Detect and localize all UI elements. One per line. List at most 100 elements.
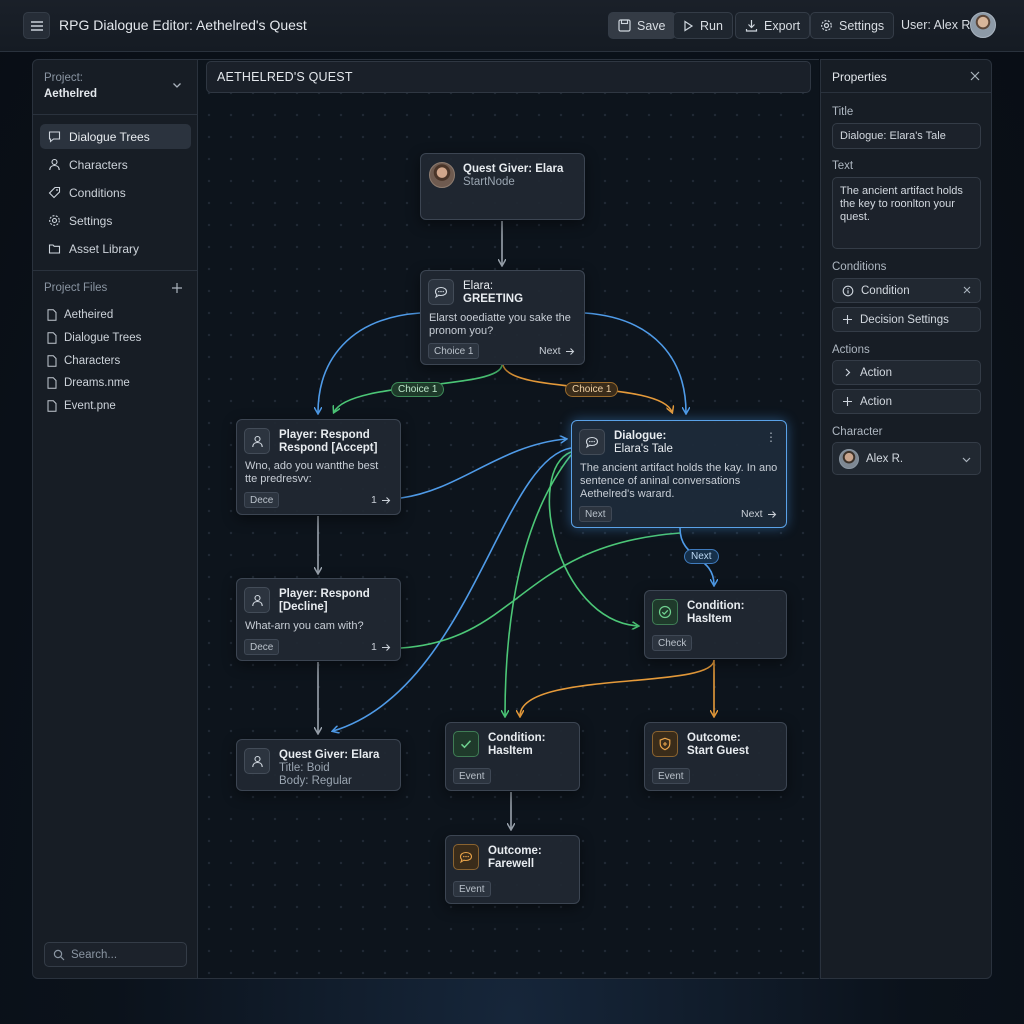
tag-icon — [48, 186, 61, 199]
gear-icon — [821, 20, 832, 31]
action-item[interactable]: Action — [832, 360, 981, 385]
node-icon — [244, 587, 270, 613]
menu-button[interactable] — [23, 12, 50, 39]
sidebar-item-settings[interactable]: Settings — [40, 208, 191, 233]
node-chip[interactable]: Dece — [244, 639, 280, 655]
node-line-2: Title: Boid — [279, 762, 330, 774]
project-label: Project: — [44, 72, 83, 84]
speech-bubble-icon — [459, 851, 473, 863]
node-respond-decline[interactable]: Player: Respond [Decline] What-arn you c… — [236, 578, 401, 661]
arrow-right-icon — [565, 347, 574, 355]
node-body: Elarst ooediatte you sake the pronom you… — [429, 312, 571, 337]
file-label: Aetheired — [64, 309, 114, 321]
sidebar-item-label: Settings — [69, 213, 113, 228]
properties-panel: Properties Title Dialogue: Elara's Tale … — [820, 59, 992, 979]
node-title-2: Elara's Tale — [614, 443, 673, 455]
sidebar-item-conditions[interactable]: Conditions — [40, 180, 191, 205]
sidebar-item-characters[interactable]: Characters — [40, 152, 191, 177]
file-label: Event.pne — [64, 400, 116, 412]
text-area[interactable]: The ancient artifact holds the key to ro… — [832, 177, 981, 249]
title-field[interactable]: Dialogue: Elara's Tale — [832, 123, 981, 149]
node-title-2: [Decline] — [279, 601, 328, 613]
node-icon — [453, 844, 479, 870]
gear-icon — [49, 215, 60, 226]
download-icon — [745, 20, 758, 32]
file-item[interactable]: Event.pne — [47, 397, 116, 415]
edge-label-choice-left[interactable]: Choice 1 — [391, 382, 445, 397]
user-avatar[interactable] — [970, 12, 996, 38]
node-chip[interactable]: Event — [453, 768, 491, 784]
condition-item[interactable]: Condition — [832, 278, 981, 303]
add-action-button[interactable]: Action — [832, 389, 981, 414]
sidebar-item-label: Dialogue Trees — [69, 129, 150, 144]
sidebar-item-label: Conditions — [69, 185, 126, 200]
sidebar-item-dialogue-trees[interactable]: Dialogue Trees — [40, 124, 191, 149]
arrow-right-icon — [767, 510, 776, 518]
run-button[interactable]: Run — [673, 12, 733, 39]
node-elaras-tale[interactable]: Dialogue: Elara's Tale ⋮ The ancient art… — [571, 420, 787, 528]
file-item[interactable]: Characters — [47, 352, 120, 370]
chevron-down-icon — [173, 83, 181, 88]
node-chip[interactable]: Event — [652, 768, 690, 784]
node-icon — [579, 429, 605, 455]
settings-button[interactable]: Settings — [810, 12, 895, 39]
node-quest-giver-bottom[interactable]: Quest Giver: Elara Title: Boid Body: Reg… — [236, 739, 401, 791]
project-files-label: Project Files — [44, 282, 108, 294]
sidebar-item-asset-library[interactable]: Asset Library — [40, 236, 191, 261]
node-greeting[interactable]: Elara: GREETING Elarst ooediatte you sak… — [420, 270, 585, 365]
node-outcome-start[interactable]: Outcome: Start Guest Event — [644, 722, 787, 791]
node-next-port[interactable]: Next — [539, 345, 575, 357]
node-title-2: Respond [Accept] — [279, 442, 378, 454]
project-selector[interactable]: Project: Aethelred — [33, 60, 197, 115]
node-chip[interactable]: Check — [652, 635, 693, 651]
node-title: Outcome: — [488, 845, 542, 857]
edge-label-choice-right[interactable]: Choice 1 — [565, 382, 619, 397]
file-item[interactable]: Dreams.nme — [47, 374, 130, 392]
node-next-port[interactable]: 1 — [371, 641, 391, 653]
person-icon — [251, 594, 263, 606]
node-icon — [244, 748, 270, 774]
chevron-right-icon — [845, 368, 851, 377]
node-title-2: HasItem — [687, 613, 732, 625]
node-next-port[interactable]: Next — [741, 508, 777, 520]
node-chip[interactable]: Dece — [244, 492, 280, 508]
decision-settings-button[interactable]: Decision Settings — [832, 307, 981, 332]
play-icon — [684, 19, 694, 32]
node-outcome-farewell[interactable]: Outcome: Farewell Event — [445, 835, 580, 904]
add-file-icon[interactable] — [171, 282, 183, 294]
action-label: Action — [860, 395, 892, 408]
file-label: Characters — [64, 355, 121, 367]
node-quest-giver-start[interactable]: Quest Giver: Elara StartNode — [420, 153, 585, 220]
node-next-port[interactable]: 1 — [371, 494, 391, 506]
speech-bubble-icon — [585, 436, 599, 448]
node-subtitle: StartNode — [463, 176, 515, 188]
node-chip[interactable]: Event — [453, 881, 491, 897]
node-chip[interactable]: Next — [579, 506, 612, 522]
close-icon[interactable] — [969, 70, 981, 82]
file-item[interactable]: Dialogue Trees — [47, 329, 141, 347]
person-icon — [251, 755, 263, 767]
node-body: What-arn you cam with? — [245, 620, 364, 632]
conditions-label: Conditions — [832, 261, 887, 273]
node-body: Wno, ado you wantthe best tte predresvv: — [245, 460, 379, 485]
action-label: Action — [860, 366, 892, 379]
node-chip[interactable]: Choice 1 — [428, 343, 480, 359]
edge-label-next[interactable]: Next — [684, 549, 719, 564]
save-button[interactable]: Save — [608, 12, 676, 39]
condition-label: Condition — [861, 284, 910, 297]
search-icon — [53, 949, 65, 960]
remove-icon[interactable] — [962, 285, 972, 295]
file-icon — [47, 400, 57, 412]
node-respond-accept[interactable]: Player: Respond Respond [Accept] Wno, ad… — [236, 419, 401, 515]
node-condition-hasitem[interactable]: Condition: HasItem Check — [644, 590, 787, 659]
text-label: Text — [832, 160, 854, 172]
node-condition-hasitem-bottom[interactable]: Condition: HasItem Event — [445, 722, 580, 791]
file-item[interactable]: Aetheired — [47, 306, 113, 324]
sidebar-item-label: Asset Library — [69, 241, 140, 256]
kebab-menu-icon[interactable]: ⋮ — [765, 430, 777, 444]
next-label: 1 — [371, 641, 377, 653]
character-select[interactable]: Alex R. — [832, 442, 981, 475]
node-icon — [428, 279, 454, 305]
search-input[interactable]: Search... — [44, 942, 187, 967]
export-button[interactable]: Export — [735, 12, 811, 39]
